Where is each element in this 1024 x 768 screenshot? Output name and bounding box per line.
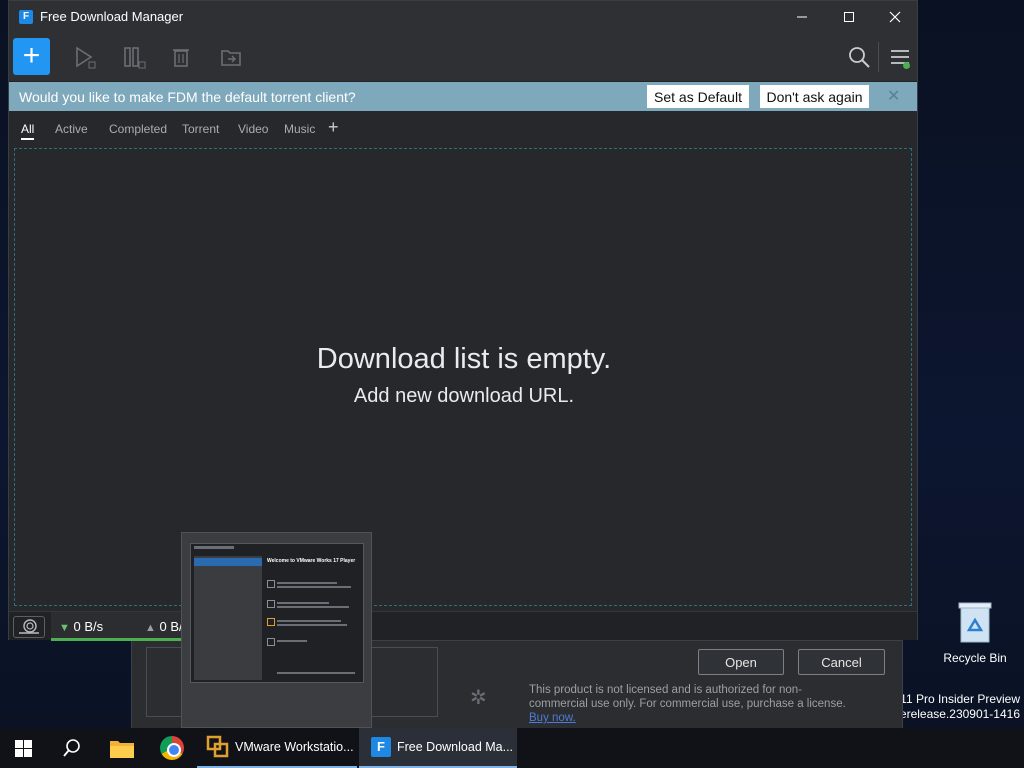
thumb-line	[277, 672, 355, 674]
add-tab-icon[interactable]: +	[328, 117, 339, 138]
search-icon[interactable]	[846, 44, 872, 70]
dont-ask-again-button[interactable]: Don't ask again	[760, 85, 869, 108]
tab-completed[interactable]: Completed	[109, 122, 167, 136]
minimize-button[interactable]	[779, 1, 825, 32]
filter-tabs: All Active Completed Torrent Video Music…	[9, 111, 917, 145]
title-bar[interactable]: F Free Download Manager	[9, 1, 917, 32]
close-icon	[889, 11, 901, 22]
thumb-open-icon	[267, 600, 275, 608]
license-text: This product is not licensed and is auth…	[529, 684, 846, 710]
toolbar: +	[9, 32, 917, 82]
pause-icon[interactable]	[120, 44, 146, 70]
snail-mode-icon[interactable]	[13, 616, 45, 638]
fdm-logo-icon: F	[19, 9, 33, 24]
thumb-line	[277, 620, 341, 622]
thumb-upgrade-icon	[267, 618, 275, 626]
maximize-button[interactable]	[826, 1, 872, 32]
taskbar-vmware[interactable]: VMware Workstatio...	[197, 728, 357, 768]
download-speed-value: 0 B/s	[73, 619, 104, 634]
taskbar-thumbnail-preview[interactable]: ✕ Welcome to VMware Works 17 Player	[181, 532, 372, 728]
download-list-dropzone[interactable]: Download list is empty. Add new download…	[14, 148, 912, 606]
window-title: Free Download Manager	[40, 9, 184, 24]
move-folder-icon[interactable]	[218, 44, 244, 70]
download-arrow-icon: ▼	[59, 622, 70, 634]
thumb-line	[277, 602, 329, 604]
close-button[interactable]	[872, 1, 918, 32]
snail-icon	[19, 619, 39, 634]
chrome-icon[interactable]	[160, 736, 184, 760]
thumb-welcome-title: Welcome to VMware Works 17 Player	[267, 558, 356, 564]
thumb-line	[277, 624, 347, 626]
license-notice: This product is not licensed and is auth…	[529, 683, 849, 725]
banner-close-icon[interactable]: ✕	[887, 86, 900, 106]
speed-indicator[interactable]: ▼ 0 B/s ▲ 0 B/	[51, 612, 185, 641]
delete-icon[interactable]	[168, 44, 194, 70]
banner-text: Would you like to make FDM the default t…	[19, 88, 356, 105]
thumb-create-icon	[267, 580, 275, 588]
vmware-window-thumbnail[interactable]: Welcome to VMware Works 17 Player	[190, 543, 364, 683]
status-bar: ▼ 0 B/s ▲ 0 B/	[9, 611, 917, 641]
buy-now-link[interactable]: Buy now.	[529, 712, 576, 724]
tab-video[interactable]: Video	[238, 122, 268, 136]
default-client-banner: Would you like to make FDM the default t…	[9, 82, 917, 111]
thumb-selected-item	[194, 558, 262, 566]
taskbar-fdm-label: Free Download Ma...	[397, 740, 514, 754]
set-as-default-button[interactable]: Set as Default	[647, 85, 749, 108]
thumb-line	[277, 582, 337, 584]
upload-speed: ▲ 0 B/	[145, 619, 183, 634]
tab-all[interactable]: All	[21, 122, 35, 140]
recycle-bin-label: Recycle Bin	[943, 651, 1007, 665]
toolbar-separator	[878, 42, 879, 72]
taskbar-fdm[interactable]: F Free Download Ma...	[359, 728, 517, 768]
fdm-taskbar-icon: F	[371, 737, 391, 757]
thumb-titlebar	[194, 546, 234, 549]
upload-arrow-icon: ▲	[145, 622, 156, 634]
update-indicator-dot	[903, 62, 910, 69]
thumb-help-icon	[267, 638, 275, 646]
download-speed: ▼ 0 B/s	[59, 619, 103, 634]
recycle-bin-icon	[958, 602, 992, 643]
thumb-line	[277, 606, 349, 608]
recycle-bin-shortcut[interactable]: Recycle Bin	[940, 600, 1010, 665]
cancel-button[interactable]: Cancel	[798, 649, 885, 675]
minimize-icon	[797, 16, 807, 17]
vmware-icon	[206, 735, 229, 758]
empty-list-subtitle[interactable]: Add new download URL.	[15, 385, 913, 408]
taskbar: VMware Workstatio... F Free Download Ma.…	[0, 728, 1024, 768]
windows-start-icon[interactable]	[15, 740, 32, 757]
add-download-button[interactable]: +	[13, 38, 50, 75]
vmware-logo-icon: ✲	[470, 687, 487, 709]
upload-speed-value: 0 B/	[159, 619, 183, 634]
thumb-line	[277, 640, 307, 642]
tab-music[interactable]: Music	[284, 122, 315, 136]
taskbar-vmware-label: VMware Workstatio...	[235, 740, 354, 754]
taskbar-search-icon[interactable]	[62, 738, 82, 758]
file-explorer-icon[interactable]	[109, 738, 135, 759]
tab-torrent[interactable]: Torrent	[182, 122, 219, 136]
maximize-icon	[844, 11, 854, 22]
thumb-line	[277, 586, 351, 588]
open-button[interactable]: Open	[698, 649, 784, 675]
empty-list-title: Download list is empty.	[316, 343, 612, 375]
thumb-sidebar	[194, 556, 262, 680]
tab-active[interactable]: Active	[55, 122, 88, 136]
resume-icon[interactable]	[71, 44, 97, 70]
fdm-window: F Free Download Manager + Would you like…	[8, 0, 918, 641]
